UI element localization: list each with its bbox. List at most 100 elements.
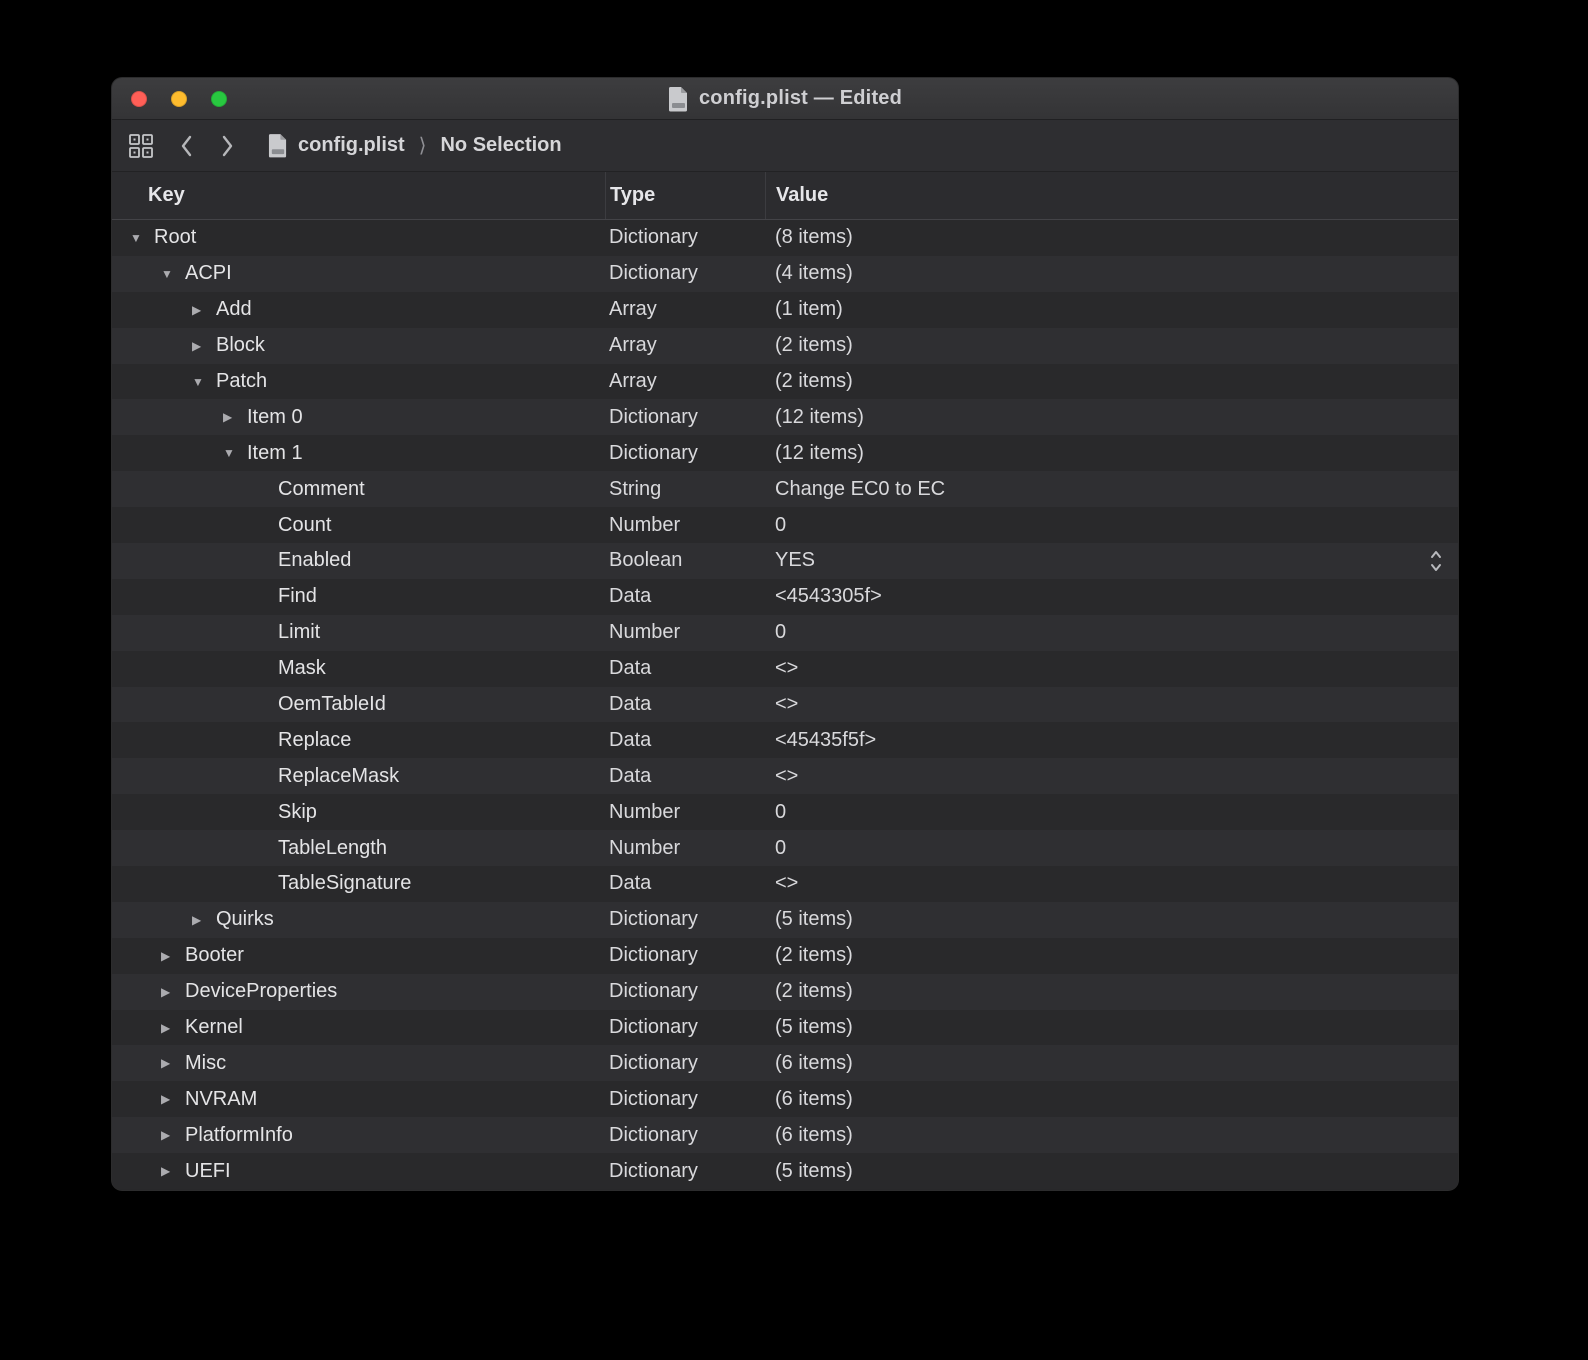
value-cell: (12 items) [765, 442, 1458, 465]
key-cell: ▶ UEFI [112, 1160, 605, 1183]
type-cell: Dictionary [605, 1160, 765, 1183]
grid-icon [128, 133, 154, 159]
table-row[interactable]: Replace Data <45435f5f> [112, 722, 1458, 758]
disclosure-triangle[interactable]: ▶ [223, 411, 247, 423]
table-row[interactable]: OemTableId Data <> [112, 687, 1458, 723]
key-label: Comment [278, 478, 365, 501]
disclosure-triangle[interactable]: ▶ [161, 950, 185, 962]
key-label: Limit [278, 621, 320, 644]
table-row[interactable]: ▶ Add Array (1 item) [112, 292, 1458, 328]
value-label: (1 item) [775, 298, 843, 321]
disclosure-triangle[interactable]: ▼ [223, 447, 247, 459]
column-header-type[interactable]: Type [605, 172, 765, 219]
chevron-left-icon [180, 134, 194, 158]
type-cell: Dictionary [605, 1016, 765, 1039]
type-label: Number [609, 837, 680, 859]
table-row[interactable]: ▼ Root Dictionary (8 items) [112, 220, 1458, 256]
jump-bar: config.plist ⟩ No Selection [112, 120, 1458, 172]
disclosure-triangle[interactable]: ▶ [161, 986, 185, 998]
table-row[interactable]: Comment String Change EC0 to EC [112, 471, 1458, 507]
value-cell: (6 items) [765, 1052, 1458, 1075]
back-button[interactable] [180, 134, 194, 158]
value-cell: (12 items) [765, 406, 1458, 429]
disclosure-triangle[interactable]: ▶ [192, 340, 216, 352]
table-row[interactable]: ReplaceMask Data <> [112, 758, 1458, 794]
disclosure-triangle[interactable]: ▶ [161, 1022, 185, 1034]
column-header-value[interactable]: Value [765, 172, 1458, 219]
type-cell: Array [605, 370, 765, 393]
key-label: UEFI [185, 1160, 231, 1183]
value-label: (6 items) [775, 1052, 853, 1075]
disclosure-triangle[interactable]: ▶ [161, 1165, 185, 1177]
table-row[interactable]: ▶ NVRAM Dictionary (6 items) [112, 1081, 1458, 1117]
type-cell: Dictionary [605, 262, 765, 285]
disclosure-triangle[interactable]: ▶ [192, 304, 216, 316]
value-label: 0 [775, 621, 786, 644]
key-label: Find [278, 585, 317, 608]
table-row[interactable]: ▶ Booter Dictionary (2 items) [112, 938, 1458, 974]
table-row[interactable]: ▶ Misc Dictionary (6 items) [112, 1045, 1458, 1081]
forward-button[interactable] [220, 134, 234, 158]
type-cell: Dictionary [605, 1052, 765, 1075]
table-row[interactable]: ▶ Kernel Dictionary (5 items) [112, 1010, 1458, 1046]
table-row[interactable]: ▼ Patch Array (2 items) [112, 364, 1458, 400]
table-row[interactable]: Find Data <4543305f> [112, 579, 1458, 615]
table-row[interactable]: Skip Number 0 [112, 794, 1458, 830]
breadcrumb-separator: ⟩ [415, 133, 431, 158]
document-icon [268, 133, 288, 158]
disclosure-triangle[interactable]: ▶ [192, 914, 216, 926]
type-cell: Dictionary [605, 908, 765, 931]
key-cell: ▼ ACPI [112, 262, 605, 285]
related-items-button[interactable] [128, 133, 154, 159]
type-label: Number [609, 801, 680, 823]
disclosure-triangle[interactable]: ▶ [161, 1093, 185, 1105]
table-row[interactable]: Mask Data <> [112, 651, 1458, 687]
breadcrumb-file[interactable]: config.plist [298, 134, 405, 157]
table-row[interactable]: Count Number 0 [112, 507, 1458, 543]
value-cell: (8 items) [765, 226, 1458, 249]
table-row[interactable]: TableLength Number 0 [112, 830, 1458, 866]
table-row[interactable]: TableSignature Data <> [112, 866, 1458, 902]
value-cell: (2 items) [765, 944, 1458, 967]
value-cell: (5 items) [765, 1160, 1458, 1183]
title-bar[interactable]: config.plist — Edited [112, 78, 1458, 120]
table-row[interactable]: Enabled Boolean YES [112, 543, 1458, 579]
value-cell: (5 items) [765, 1016, 1458, 1039]
zoom-button[interactable] [211, 91, 227, 107]
key-label: Item 1 [247, 442, 303, 465]
disclosure-triangle[interactable]: ▶ [161, 1057, 185, 1069]
key-label: Mask [278, 657, 326, 680]
value-stepper[interactable] [1428, 548, 1444, 574]
key-cell: OemTableId [112, 693, 605, 716]
table-row[interactable]: ▶ Quirks Dictionary (5 items) [112, 902, 1458, 938]
table-row[interactable]: ▼ ACPI Dictionary (4 items) [112, 256, 1458, 292]
breadcrumb-selection[interactable]: No Selection [440, 134, 561, 157]
disclosure-triangle[interactable]: ▼ [130, 232, 154, 244]
minimize-button[interactable] [171, 91, 187, 107]
table-row[interactable]: Limit Number 0 [112, 615, 1458, 651]
table-row[interactable]: ▶ UEFI Dictionary (5 items) [112, 1153, 1458, 1189]
column-header-key[interactable]: Key [112, 172, 605, 219]
key-cell: ▶ DeviceProperties [112, 980, 605, 1003]
key-label: Add [216, 298, 252, 321]
type-label: Number [609, 514, 680, 536]
disclosure-triangle[interactable]: ▼ [192, 376, 216, 388]
type-cell: Dictionary [605, 226, 765, 249]
table-row[interactable]: ▶ Item 0 Dictionary (12 items) [112, 399, 1458, 435]
table-row[interactable]: ▶ PlatformInfo Dictionary (6 items) [112, 1117, 1458, 1153]
value-cell: (2 items) [765, 980, 1458, 1003]
value-label: (12 items) [775, 406, 864, 429]
close-button[interactable] [131, 91, 147, 107]
type-cell: Data [605, 693, 765, 716]
disclosure-triangle[interactable]: ▼ [161, 268, 185, 280]
key-cell: ▶ Block [112, 334, 605, 357]
key-cell: Replace [112, 729, 605, 752]
disclosure-triangle[interactable]: ▶ [161, 1129, 185, 1141]
table-row[interactable]: ▶ DeviceProperties Dictionary (2 items) [112, 974, 1458, 1010]
table-row[interactable]: ▼ Item 1 Dictionary (12 items) [112, 435, 1458, 471]
key-label: Replace [278, 729, 351, 752]
chevron-right-icon [220, 134, 234, 158]
type-cell: Dictionary [605, 1088, 765, 1111]
type-cell: Dictionary [605, 442, 765, 465]
table-row[interactable]: ▶ Block Array (2 items) [112, 328, 1458, 364]
